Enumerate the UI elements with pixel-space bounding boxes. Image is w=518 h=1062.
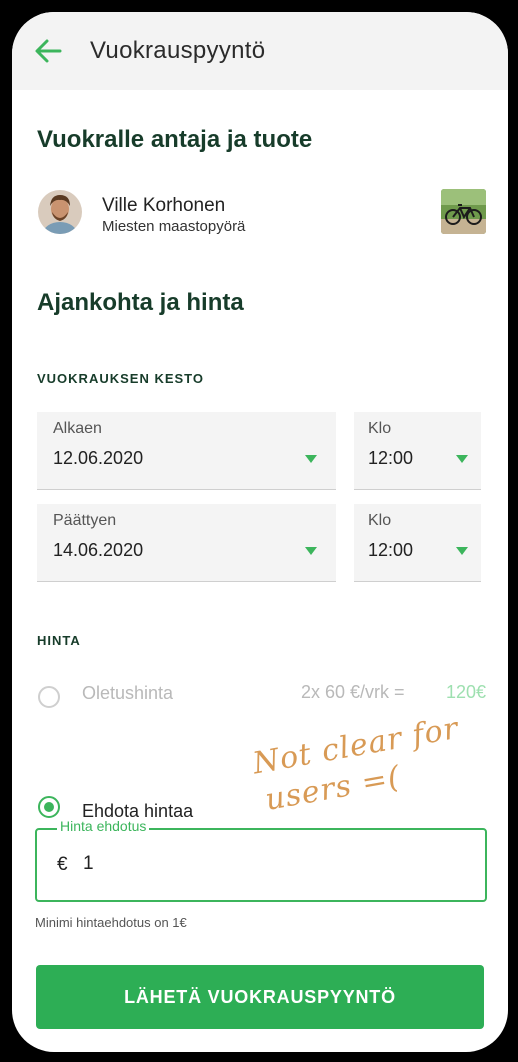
- start-time-label: Klo: [368, 420, 392, 437]
- dropdown-arrow-icon: [305, 547, 317, 555]
- send-rental-request-button[interactable]: LÄHETÄ VUOKRAUSPYYNTÖ: [36, 965, 484, 1029]
- phone-screen: Vuokrauspyyntö Vuokralle antaja ja tuote…: [12, 12, 508, 1052]
- default-price-radio[interactable]: [38, 686, 60, 708]
- arrow-left-icon[interactable]: [34, 38, 62, 64]
- price-suggestion-field[interactable]: Hinta ehdotus €: [35, 818, 487, 902]
- price-suggestion-input[interactable]: [83, 848, 463, 880]
- start-date-label: Alkaen: [53, 420, 102, 437]
- default-price-calculation: 2x 60 €/vrk =: [301, 682, 405, 702]
- price-helper-text: Minimi hintaehdotus on 1€: [35, 915, 187, 930]
- end-date-value: 14.06.2020: [53, 540, 144, 560]
- price-heading: HINTA: [37, 633, 81, 648]
- default-price-total: 120€: [446, 682, 487, 702]
- owner-name[interactable]: Ville Korhonen: [102, 195, 225, 217]
- price-suggestion-label: Hinta ehdotus: [57, 818, 150, 834]
- start-date-value: 12.06.2020: [53, 448, 144, 468]
- dropdown-arrow-icon: [456, 547, 468, 555]
- app-bar: Vuokrauspyyntö: [12, 12, 508, 90]
- owner-section-title: Vuokralle antaja ja tuote: [37, 126, 313, 153]
- end-date-label: Päättyen: [53, 512, 117, 529]
- start-date-select[interactable]: Alkaen 12.06.2020: [37, 412, 336, 490]
- end-time-value: 12:00: [368, 540, 414, 560]
- default-price-label: Oletushinta: [82, 683, 174, 703]
- dropdown-arrow-icon: [305, 455, 317, 463]
- product-name: Miesten maastopyörä: [102, 218, 246, 235]
- end-time-label: Klo: [368, 512, 392, 529]
- product-thumbnail[interactable]: [441, 189, 486, 234]
- start-time-select[interactable]: Klo 12:00: [354, 412, 481, 490]
- start-time-value: 12:00: [368, 448, 414, 468]
- end-date-select[interactable]: Päättyen 14.06.2020: [37, 504, 336, 582]
- page-title: Vuokrauspyyntö: [90, 37, 266, 64]
- avatar[interactable]: [38, 190, 82, 234]
- end-time-select[interactable]: Klo 12:00: [354, 504, 481, 582]
- suggest-price-radio[interactable]: [38, 796, 60, 818]
- dropdown-arrow-icon: [456, 455, 468, 463]
- duration-heading: VUOKRAUKSEN KESTO: [37, 371, 205, 386]
- annotation-note: Not clear for users =(: [250, 710, 468, 821]
- euro-icon: €: [57, 854, 68, 875]
- time-price-section-title: Ajankohta ja hinta: [37, 289, 244, 316]
